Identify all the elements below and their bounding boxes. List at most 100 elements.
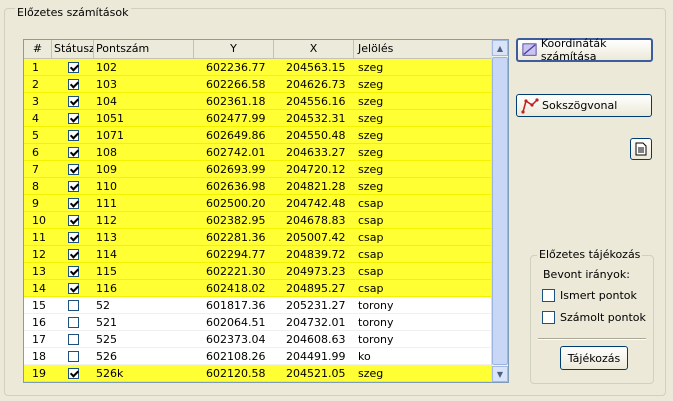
status-checkbox[interactable] <box>67 180 79 192</box>
column-header-marking[interactable]: Jelölés <box>354 40 492 58</box>
coord-x: 204550.48 <box>286 129 346 142</box>
coord-y: 602361.18 <box>206 95 266 108</box>
table-row[interactable]: 17 525 602373.04 204608.63 torony <box>24 331 492 348</box>
status-checkbox[interactable] <box>67 163 79 175</box>
status-checkbox[interactable] <box>67 299 79 311</box>
row-status <box>52 246 94 262</box>
scroll-up-icon[interactable]: ▲ <box>492 40 508 56</box>
marking: szeg <box>358 180 384 193</box>
column-header-number[interactable]: # <box>24 40 52 58</box>
row-status <box>52 280 94 296</box>
coord-x: 204608.63 <box>286 333 346 346</box>
table-row[interactable]: 19 526k 602120.58 204521.05 szeg <box>24 365 492 382</box>
status-checkbox[interactable] <box>67 129 79 141</box>
point-number: 109 <box>96 163 117 176</box>
table-row[interactable]: 1 102 602236.77 204563.15 szeg <box>24 59 492 76</box>
coord-y: 602373.04 <box>206 333 266 346</box>
table-row[interactable]: 16 521 602064.51 204732.01 torony <box>24 314 492 331</box>
row-status <box>52 348 94 364</box>
row-number: 1 <box>32 61 39 74</box>
table-row[interactable]: 5 1071 602649.86 204550.48 szeg <box>24 127 492 144</box>
orientation-button[interactable]: Tájékozás <box>560 346 628 370</box>
coord-y: 602266.58 <box>206 78 266 91</box>
table-row[interactable]: 14 116 602418.02 204895.27 csap <box>24 280 492 297</box>
status-checkbox[interactable] <box>67 316 79 328</box>
status-checkbox[interactable] <box>67 282 79 294</box>
row-status <box>52 127 94 143</box>
status-checkbox[interactable] <box>67 265 79 277</box>
known-points-box[interactable] <box>542 289 555 302</box>
table-row[interactable]: 9 111 602500.20 204742.48 csap <box>24 195 492 212</box>
table-row[interactable]: 3 104 602361.18 204556.16 szeg <box>24 93 492 110</box>
polygon-traverse-button[interactable]: Sokszögvonal <box>516 94 652 117</box>
status-checkbox[interactable] <box>67 95 79 107</box>
coord-x: 204821.28 <box>286 180 346 193</box>
vertical-scrollbar[interactable]: ▲ ▼ <box>491 40 508 382</box>
table-row[interactable]: 13 115 602221.30 204973.23 csap <box>24 263 492 280</box>
coord-y: 602477.99 <box>206 112 266 125</box>
status-checkbox[interactable] <box>67 61 79 73</box>
status-checkbox[interactable] <box>67 146 79 158</box>
marking: szeg <box>358 163 384 176</box>
table-row[interactable]: 12 114 602294.77 204839.72 csap <box>24 246 492 263</box>
row-number: 7 <box>32 163 39 176</box>
table-row[interactable]: 8 110 602636.98 204821.28 szeg <box>24 178 492 195</box>
point-number: 110 <box>96 180 117 193</box>
table-row[interactable]: 18 526 602108.26 204491.99 ko <box>24 348 492 365</box>
marking: torony <box>358 333 394 346</box>
coord-x: 204521.05 <box>286 367 346 380</box>
point-number: 113 <box>96 231 117 244</box>
row-status <box>52 144 94 160</box>
marking: ko <box>358 350 371 363</box>
scroll-thumb[interactable] <box>492 57 508 365</box>
row-number: 11 <box>32 231 46 244</box>
points-grid[interactable]: # Státusz Pontszám Y X Jelölés 1 102 60223… <box>23 39 509 383</box>
table-row[interactable]: 6 108 602742.01 204633.27 szeg <box>24 144 492 161</box>
table-row[interactable]: 10 112 602382.95 204678.83 csap <box>24 212 492 229</box>
row-status <box>52 229 94 245</box>
calculate-coordinates-button[interactable]: Koordináták számítása <box>516 37 653 63</box>
table-row[interactable]: 7 109 602693.99 204720.12 szeg <box>24 161 492 178</box>
table-row[interactable]: 15 52 601817.36 205231.27 torony <box>24 297 492 314</box>
column-header-status[interactable]: Státusz <box>52 40 94 58</box>
column-header-x[interactable]: X <box>274 40 354 58</box>
status-checkbox[interactable] <box>67 197 79 209</box>
computed-points-box[interactable] <box>542 311 555 324</box>
row-number: 16 <box>32 316 46 329</box>
point-number: 114 <box>96 248 117 261</box>
column-header-point[interactable]: Pontszám <box>94 40 194 58</box>
coord-y: 601817.36 <box>206 299 266 312</box>
row-status <box>52 93 94 109</box>
status-checkbox[interactable] <box>67 248 79 260</box>
status-checkbox[interactable] <box>67 78 79 90</box>
table-row[interactable]: 2 103 602266.58 204626.73 szeg <box>24 76 492 93</box>
coord-x: 204720.12 <box>286 163 346 176</box>
status-checkbox[interactable] <box>67 214 79 226</box>
table-row[interactable]: 11 113 602281.36 205007.42 csap <box>24 229 492 246</box>
scroll-down-icon[interactable]: ▼ <box>492 366 508 382</box>
document-icon <box>635 142 647 156</box>
computed-points-checkbox[interactable]: Számolt pontok <box>542 311 646 324</box>
status-checkbox[interactable] <box>67 367 79 379</box>
marking: szeg <box>358 95 384 108</box>
row-status <box>52 212 94 228</box>
marking: szeg <box>358 61 384 74</box>
table-row[interactable]: 4 1051 602477.99 204532.31 szeg <box>24 110 492 127</box>
row-number: 8 <box>32 180 39 193</box>
coord-y: 602221.30 <box>206 265 266 278</box>
known-points-label: Ismert pontok <box>560 289 637 302</box>
point-number: 526 <box>96 350 117 363</box>
status-checkbox[interactable] <box>67 350 79 362</box>
report-button[interactable] <box>630 138 652 160</box>
coord-y: 602693.99 <box>206 163 266 176</box>
row-status <box>52 76 94 92</box>
known-points-checkbox[interactable]: Ismert pontok <box>542 289 637 302</box>
status-checkbox[interactable] <box>67 112 79 124</box>
column-header-y[interactable]: Y <box>194 40 274 58</box>
row-status <box>52 263 94 279</box>
status-checkbox[interactable] <box>67 333 79 345</box>
coord-y: 602120.58 <box>206 367 266 380</box>
status-checkbox[interactable] <box>67 231 79 243</box>
point-number: 103 <box>96 78 117 91</box>
coord-y: 602649.86 <box>206 129 266 142</box>
